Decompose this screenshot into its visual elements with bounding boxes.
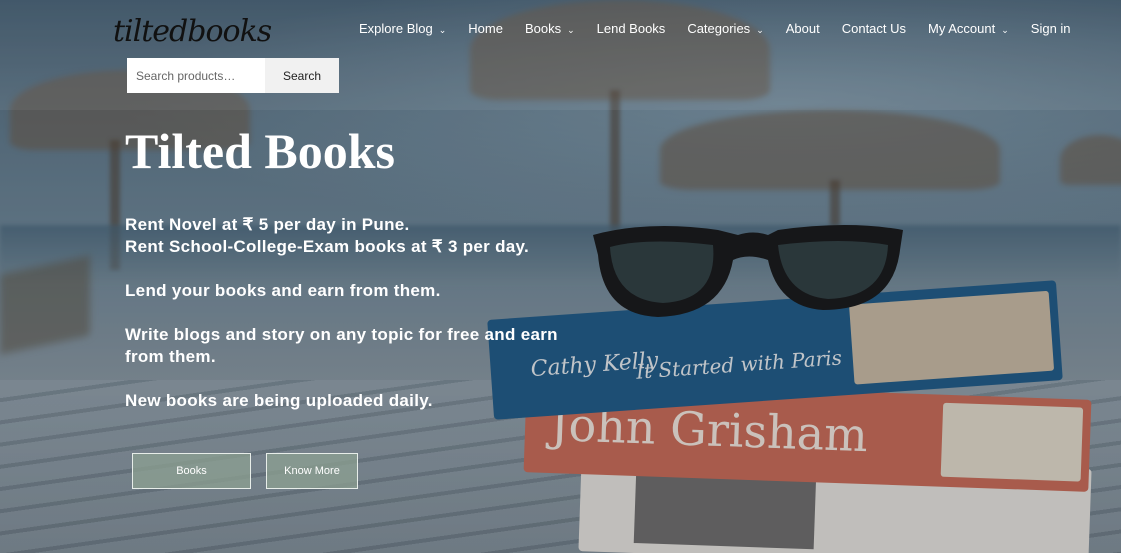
- nav-categories[interactable]: Categories ⌄: [676, 20, 774, 38]
- main-navigation: Explore Blog ⌄ Home Books ⌄ Lend Books C…: [348, 20, 1082, 38]
- search-input[interactable]: [127, 58, 265, 93]
- nav-explore-blog[interactable]: Explore Blog ⌄: [348, 20, 457, 38]
- nav-explore-blog-label: Explore Blog: [359, 21, 433, 36]
- hero-line-rent-school: Rent School-College-Exam books at ₹ 3 pe…: [125, 237, 530, 256]
- search-button[interactable]: Search: [265, 58, 339, 93]
- nav-books-label: Books: [524, 21, 562, 36]
- hero-line-new-books: New books are being uploaded daily.: [125, 391, 433, 410]
- hero-line-write-blogs: Write blogs and story on any topic for f…: [125, 325, 558, 366]
- hero-line-rent-novel: Rent Novel at ₹ 5 per day in Pune.: [125, 215, 410, 234]
- chevron-down-icon: ⌄: [756, 25, 764, 35]
- chevron-down-icon: ⌄: [1001, 25, 1009, 35]
- nav-sign-in-label: Sign in: [1030, 21, 1071, 36]
- know-more-button[interactable]: Know More: [266, 453, 358, 489]
- hero-section: John Grisham Cathy Kelly It Started with…: [0, 0, 1121, 553]
- nav-my-account-label: My Account: [928, 21, 996, 36]
- nav-sign-in[interactable]: Sign in: [1020, 20, 1082, 38]
- hero-line-lend: Lend your books and earn from them.: [125, 281, 441, 300]
- nav-about-label: About: [785, 21, 820, 36]
- nav-contact-us-label: Contact Us: [841, 21, 907, 36]
- nav-books[interactable]: Books ⌄: [514, 20, 586, 38]
- hero-description: Rent Novel at ₹ 5 per day in Pune. Rent …: [125, 214, 565, 412]
- nav-lend-books-label: Lend Books: [596, 21, 666, 36]
- nav-home[interactable]: Home: [457, 20, 514, 38]
- hero-title: Tilted Books: [125, 123, 395, 179]
- nav-categories-label: Categories: [687, 21, 751, 36]
- site-logo[interactable]: tiltedbooks: [113, 14, 272, 49]
- chevron-down-icon: ⌄: [438, 25, 447, 35]
- nav-my-account[interactable]: My Account ⌄: [917, 20, 1020, 38]
- chevron-down-icon: ⌄: [567, 25, 575, 35]
- nav-about[interactable]: About: [775, 20, 831, 38]
- nav-contact-us[interactable]: Contact Us: [831, 20, 917, 38]
- nav-home-label: Home: [468, 21, 503, 36]
- nav-lend-books[interactable]: Lend Books: [586, 20, 677, 38]
- product-search: Search: [127, 58, 339, 93]
- books-button[interactable]: Books: [132, 453, 251, 489]
